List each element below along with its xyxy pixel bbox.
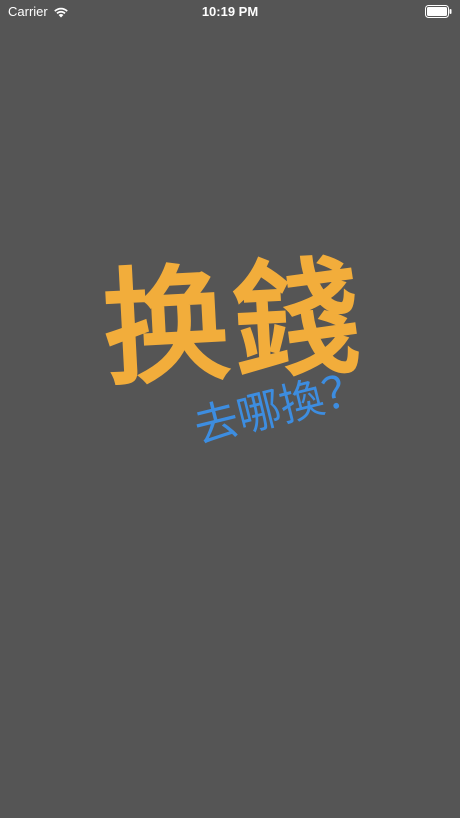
status-bar: Carrier 10:19 PM <box>0 0 460 24</box>
battery-icon <box>425 5 452 18</box>
splash-screen: Carrier 10:19 PM 换錢 去哪換？ <box>0 0 460 818</box>
clock: 10:19 PM <box>201 4 259 19</box>
